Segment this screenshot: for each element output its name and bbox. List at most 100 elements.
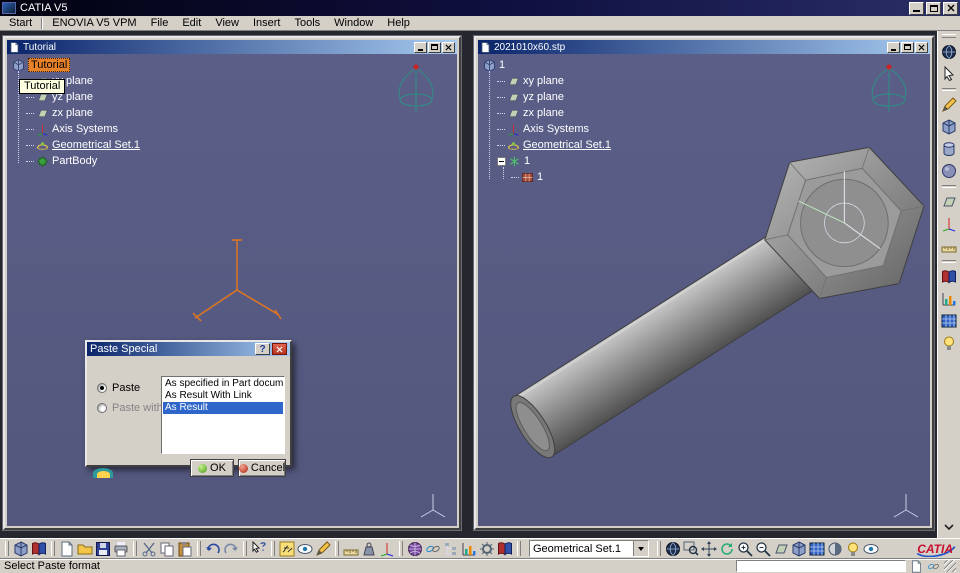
view-compass[interactable]	[864, 60, 914, 114]
copy-icon[interactable]	[159, 541, 175, 557]
more-tools-chevron-icon[interactable]	[941, 519, 957, 535]
fly-mode-icon[interactable]	[665, 541, 681, 557]
save-icon[interactable]	[95, 541, 111, 557]
paste-radio[interactable]: Paste	[97, 382, 140, 394]
menu-tools[interactable]: Tools	[287, 16, 327, 31]
collapse-toggle[interactable]	[497, 156, 506, 166]
tree-node-root[interactable]: Tutorial	[12, 57, 140, 73]
redo-icon[interactable]	[223, 541, 239, 557]
fit-all-in-icon[interactable]	[683, 541, 699, 557]
structure-tree-icon[interactable]	[443, 541, 459, 557]
new-document-icon[interactable]	[59, 541, 75, 557]
dialog-titlebar[interactable]: Paste Special ?	[87, 342, 290, 356]
tree-node-xy-plane[interactable]: xy plane	[497, 73, 611, 89]
mass-properties-icon[interactable]	[361, 541, 377, 557]
menu-enovia[interactable]: ENOVIA V5 VPM	[45, 16, 143, 31]
whats-this-icon[interactable]	[251, 541, 267, 557]
dialog-help-button[interactable]: ?	[255, 343, 270, 355]
tree-node-yz-plane[interactable]: yz plane	[497, 89, 611, 105]
tree-node-root[interactable]: 1	[483, 57, 611, 73]
formula-icon[interactable]	[279, 541, 295, 557]
tree-node-partbody[interactable]: PartBody	[26, 153, 140, 169]
dialog-close-button[interactable]	[272, 343, 287, 355]
paste-format-list[interactable]: As specified in Part document As Result …	[161, 376, 285, 454]
app-close-button[interactable]	[943, 1, 958, 15]
grid-icon[interactable]	[941, 313, 957, 329]
toolbar-drag-handle[interactable]	[5, 541, 9, 556]
toolbar-drag-handle[interactable]	[942, 34, 956, 38]
analysis-icon[interactable]	[461, 541, 477, 557]
sphere-icon[interactable]	[941, 163, 957, 179]
window-minimize-button[interactable]	[414, 41, 427, 53]
paste-icon[interactable]	[177, 541, 193, 557]
tree-node-solid-1[interactable]: 1	[511, 169, 611, 185]
grid-icon[interactable]	[809, 541, 825, 557]
iso-view-icon[interactable]	[791, 541, 807, 557]
analysis-icon[interactable]	[941, 291, 957, 307]
select-tool-icon[interactable]	[941, 66, 957, 82]
app-minimize-button[interactable]	[909, 1, 924, 15]
tree-node-axis-systems[interactable]: Axis Systems	[497, 121, 611, 137]
status-link-icon[interactable]	[927, 560, 940, 573]
menu-window[interactable]: Window	[327, 16, 380, 31]
light-icon[interactable]	[941, 335, 957, 351]
zoom-out-icon[interactable]	[755, 541, 771, 557]
tree-node-zx-plane[interactable]: zx plane	[26, 105, 140, 121]
tree-node-geometrical-set[interactable]: Geometrical Set.1	[26, 137, 140, 153]
stp-viewport[interactable]: 1 xy plane yz plane zx plane Axis System…	[478, 54, 930, 526]
tree-node-axis-systems[interactable]: Axis Systems	[26, 121, 140, 137]
cancel-button[interactable]: Cancel	[238, 459, 286, 477]
power-input-field[interactable]	[736, 560, 906, 572]
resize-grip[interactable]	[944, 560, 956, 572]
window-close-button[interactable]	[915, 41, 928, 53]
enovia-icon[interactable]	[31, 541, 47, 557]
list-option[interactable]: As Result With Link	[163, 390, 283, 402]
stp-window-titlebar[interactable]: 2021010x60.stp	[478, 40, 930, 54]
window-restore-button[interactable]	[428, 41, 441, 53]
axis-system-icon[interactable]	[379, 541, 395, 557]
measure-icon[interactable]	[941, 238, 957, 254]
tree-node-body-1[interactable]: 1	[497, 153, 611, 169]
link-manager-icon[interactable]	[425, 541, 441, 557]
plane-tool-icon[interactable]	[941, 194, 957, 210]
options-icon[interactable]	[479, 541, 495, 557]
view-compass[interactable]	[391, 60, 441, 114]
shading-icon[interactable]	[827, 541, 843, 557]
window-restore-button[interactable]	[901, 41, 914, 53]
status-doc-icon[interactable]	[910, 560, 923, 573]
menu-file[interactable]: File	[144, 16, 176, 31]
edit-icon[interactable]	[315, 541, 331, 557]
open-icon[interactable]	[77, 541, 93, 557]
app-maximize-button[interactable]	[926, 1, 941, 15]
list-option[interactable]: As specified in Part document	[163, 378, 283, 390]
workbench-icon[interactable]	[13, 541, 29, 557]
sketcher-icon[interactable]	[941, 97, 957, 113]
zoom-in-icon[interactable]	[737, 541, 753, 557]
tree-node-geometrical-set[interactable]: Geometrical Set.1	[497, 137, 611, 153]
pan-icon[interactable]	[701, 541, 717, 557]
swap-visible-space-icon[interactable]	[863, 541, 879, 557]
combobox-dropdown-button[interactable]	[633, 541, 648, 556]
window-close-button[interactable]	[442, 41, 455, 53]
pad-icon[interactable]	[941, 119, 957, 135]
normal-view-icon[interactable]	[773, 541, 789, 557]
app-titlebar[interactable]: CATIA V5	[0, 0, 960, 16]
hide-show-icon[interactable]	[845, 541, 861, 557]
catalog-icon[interactable]	[941, 269, 957, 285]
knowledge-icon[interactable]	[297, 541, 313, 557]
undo-icon[interactable]	[205, 541, 221, 557]
menu-insert[interactable]: Insert	[246, 16, 288, 31]
print-icon[interactable]	[113, 541, 129, 557]
axis-system-icon[interactable]	[941, 216, 957, 232]
ok-button[interactable]: OK	[190, 459, 234, 477]
shaft-icon[interactable]	[941, 141, 957, 157]
active-object-combobox[interactable]: Geometrical Set.1	[529, 540, 649, 557]
catalog-icon[interactable]	[497, 541, 513, 557]
menu-edit[interactable]: Edit	[175, 16, 208, 31]
menu-help[interactable]: Help	[380, 16, 417, 31]
window-minimize-button[interactable]	[887, 41, 900, 53]
menu-start[interactable]: Start	[2, 16, 39, 31]
tutorial-window-titlebar[interactable]: Tutorial	[7, 40, 457, 54]
cut-icon[interactable]	[141, 541, 157, 557]
measure-icon[interactable]	[343, 541, 359, 557]
